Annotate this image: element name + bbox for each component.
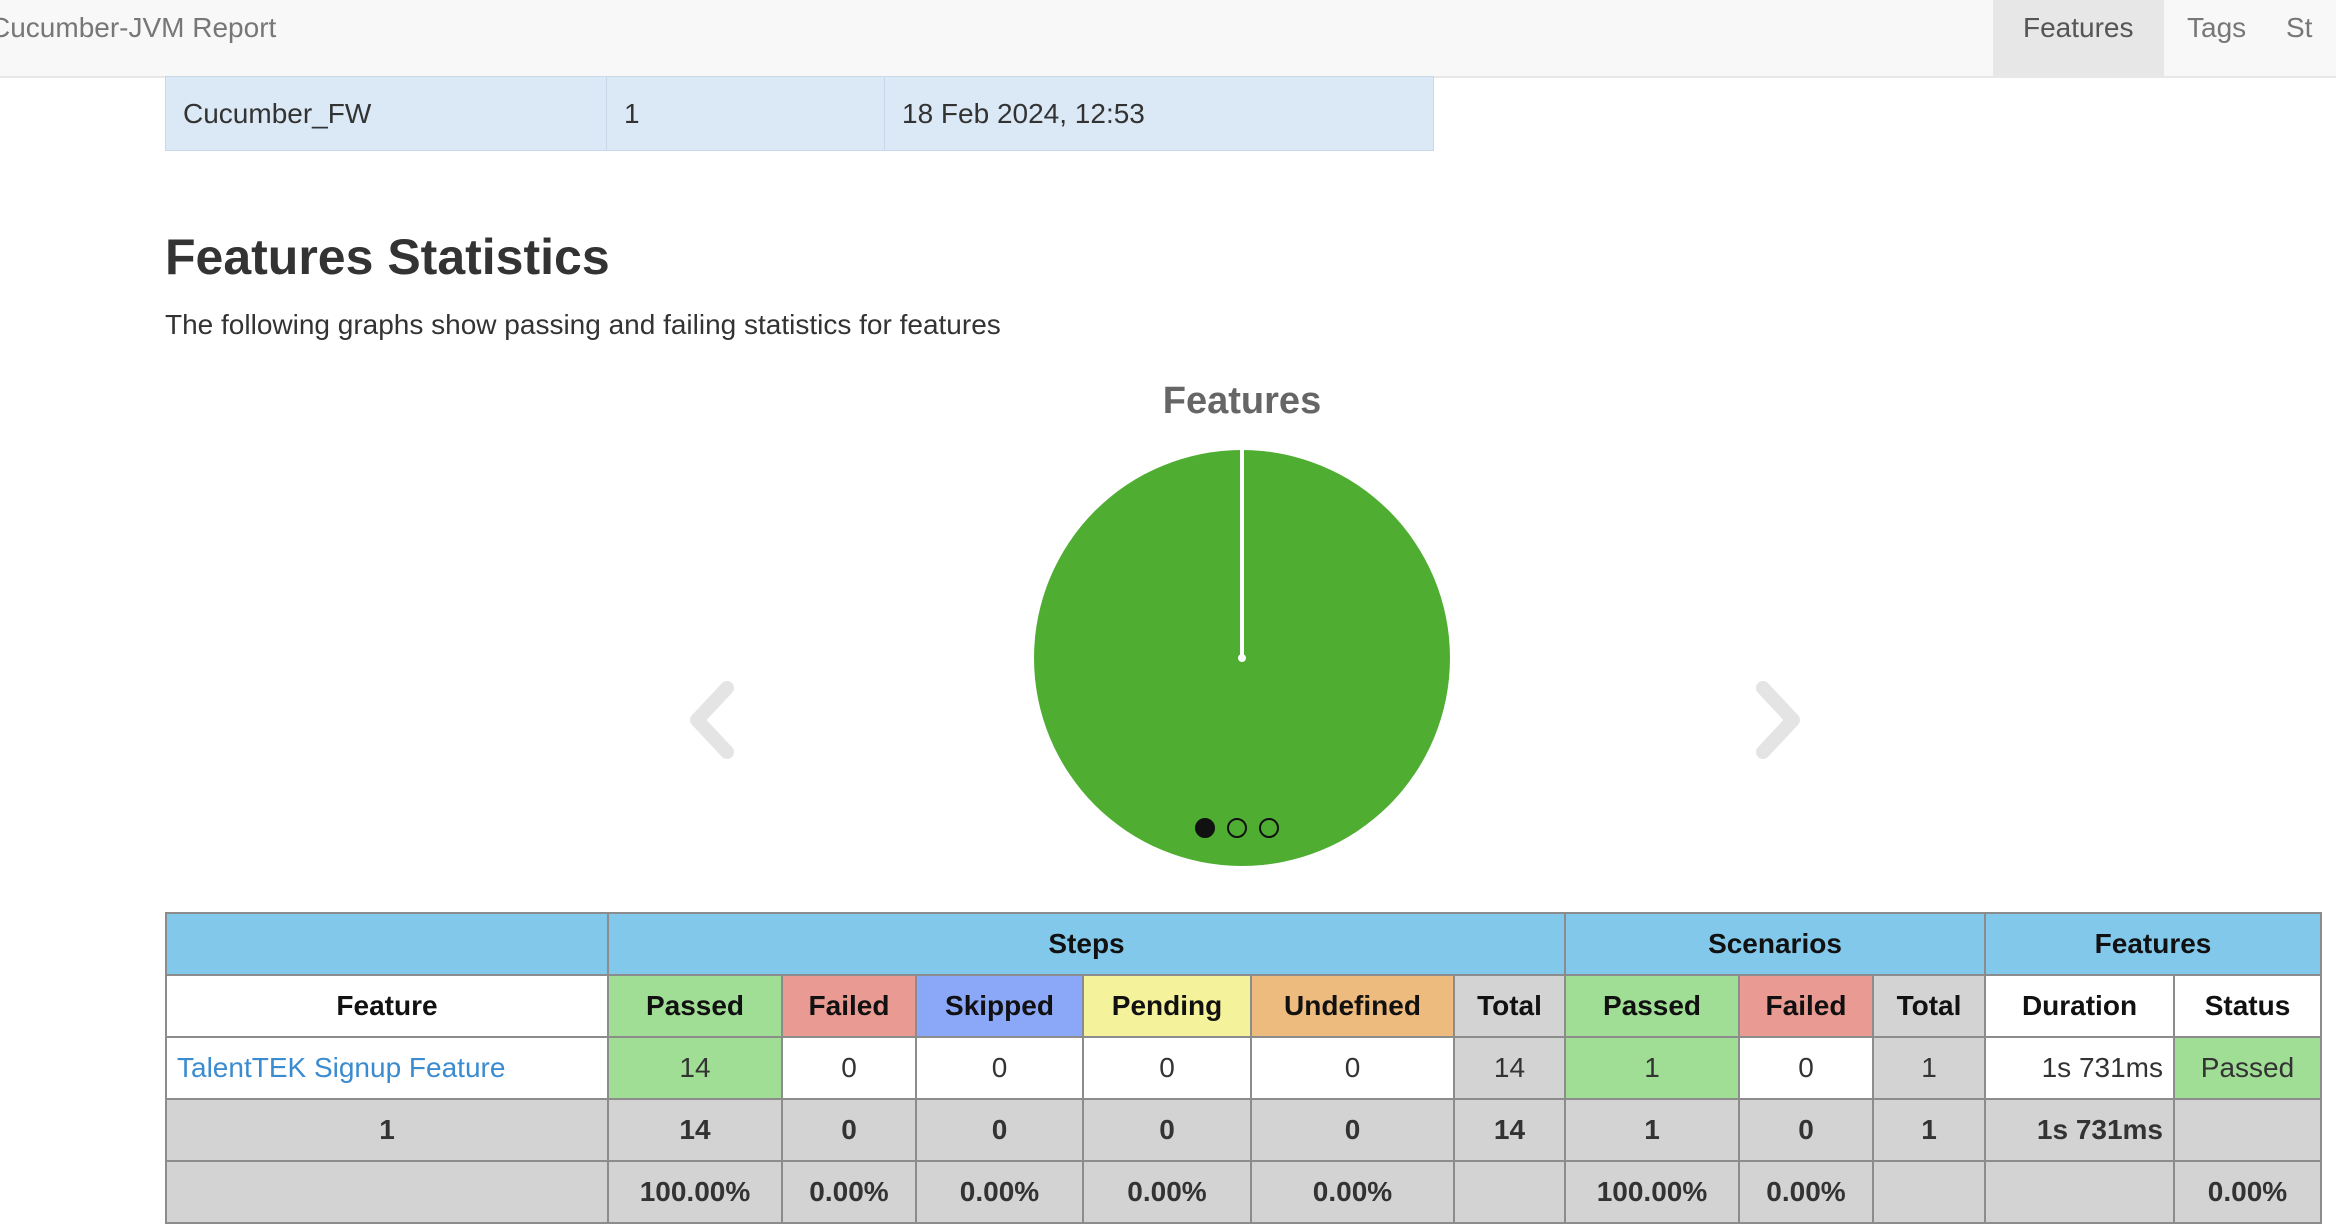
nav-item-steps[interactable]: St — [2256, 0, 2336, 76]
steps-undefined-cell: 0 — [1250, 1036, 1455, 1100]
features-pie-chart[interactable] — [1030, 446, 1454, 870]
steps-skipped-cell: 0 — [915, 1036, 1084, 1100]
nav-item-features[interactable]: Features — [1993, 0, 2164, 76]
col-header-steps-undefined[interactable]: Undefined — [1250, 974, 1455, 1038]
project-name-cell: Cucumber_FW — [165, 76, 607, 151]
totals-scenarios-passed-cell: 1 — [1564, 1098, 1740, 1162]
percent-status-cell: 0.00% — [2173, 1160, 2322, 1224]
project-info-row: Cucumber_FW 1 18 Feb 2024, 12:53 — [165, 76, 1434, 151]
project-info-table: Cucumber_FW 1 18 Feb 2024, 12:53 — [165, 76, 1434, 151]
duration-cell: 1s 731ms — [1984, 1036, 2175, 1100]
carousel-next-button[interactable] — [1745, 680, 1815, 760]
carousel-indicator-dot[interactable] — [1195, 818, 1215, 838]
build-date-cell: 18 Feb 2024, 12:53 — [884, 76, 1434, 151]
brand-title[interactable]: Cucumber-JVM Report — [0, 0, 276, 56]
totals-steps-skipped-cell: 0 — [915, 1098, 1084, 1162]
group-header-scenarios: Scenarios — [1564, 912, 1986, 976]
status-cell: Passed — [2173, 1036, 2322, 1100]
steps-passed-cell: 14 — [607, 1036, 783, 1100]
col-header-steps-pending[interactable]: Pending — [1082, 974, 1252, 1038]
totals-steps-total-cell: 14 — [1453, 1098, 1566, 1162]
percent-steps-pending-cell: 0.00% — [1082, 1160, 1252, 1224]
totals-steps-failed-cell: 0 — [781, 1098, 917, 1162]
percent-steps-total-cell — [1453, 1160, 1566, 1224]
scenarios-failed-cell: 0 — [1738, 1036, 1874, 1100]
totals-scenarios-total-cell: 1 — [1872, 1098, 1986, 1162]
col-header-steps-passed[interactable]: Passed — [607, 974, 783, 1038]
percent-steps-skipped-cell: 0.00% — [915, 1160, 1084, 1224]
percent-steps-failed-cell: 0.00% — [781, 1160, 917, 1224]
feature-name-cell: TalentTEK Signup Feature — [165, 1036, 609, 1100]
percent-scenarios-passed-cell: 100.00% — [1564, 1160, 1740, 1224]
col-header-duration[interactable]: Duration — [1984, 974, 2175, 1038]
group-header-steps: Steps — [607, 912, 1566, 976]
col-header-steps-failed[interactable]: Failed — [781, 974, 917, 1038]
carousel-prev-button[interactable] — [675, 680, 745, 760]
col-header-scenarios-total[interactable]: Total — [1872, 974, 1986, 1038]
feature-link[interactable]: TalentTEK Signup Feature — [177, 1052, 505, 1083]
scenarios-total-cell: 1 — [1872, 1036, 1986, 1100]
percent-scenarios-failed-cell: 0.00% — [1738, 1160, 1874, 1224]
totals-row: 1 14 0 0 0 0 14 1 0 1 1s 731ms — [165, 1098, 2322, 1162]
brand-title-text: Cucumber-JVM Report — [0, 12, 277, 43]
column-header-row: Feature Passed Failed Skipped Pending Un… — [165, 974, 2322, 1038]
chevron-left-icon — [690, 681, 734, 759]
table-row: TalentTEK Signup Feature 14 0 0 0 0 14 1… — [165, 1036, 2322, 1100]
features-stats-table: Steps Scenarios Features Feature Passed … — [165, 912, 2322, 1224]
col-header-steps-total[interactable]: Total — [1453, 974, 1566, 1038]
group-header-features: Features — [1984, 912, 2322, 976]
col-header-feature[interactable]: Feature — [165, 974, 609, 1038]
totals-duration-cell: 1s 731ms — [1984, 1098, 2175, 1162]
percent-scenarios-total-cell — [1872, 1160, 1986, 1224]
totals-count-cell: 1 — [165, 1098, 609, 1162]
section-description: The following graphs show passing and fa… — [165, 309, 1001, 340]
carousel-indicator-dot[interactable] — [1259, 818, 1279, 838]
steps-failed-cell: 0 — [781, 1036, 917, 1100]
col-header-steps-skipped[interactable]: Skipped — [915, 974, 1084, 1038]
percent-duration-cell — [1984, 1160, 2175, 1224]
percent-steps-undefined-cell: 0.00% — [1250, 1160, 1455, 1224]
top-navbar: Cucumber-JVM Report Features Tags St — [0, 0, 2336, 78]
carousel-indicator-dot[interactable] — [1227, 818, 1247, 838]
totals-scenarios-failed-cell: 0 — [1738, 1098, 1874, 1162]
col-header-scenarios-failed[interactable]: Failed — [1738, 974, 1874, 1038]
totals-steps-pending-cell: 0 — [1082, 1098, 1252, 1162]
totals-steps-undefined-cell: 0 — [1250, 1098, 1455, 1162]
chart-title: Features — [1162, 380, 1322, 422]
scenarios-passed-cell: 1 — [1564, 1036, 1740, 1100]
col-header-scenarios-passed[interactable]: Passed — [1564, 974, 1740, 1038]
group-header-empty — [165, 912, 609, 976]
build-number-cell: 1 — [606, 76, 885, 151]
steps-total-cell: 14 — [1453, 1036, 1566, 1100]
section-title: Features Statistics — [165, 229, 610, 285]
percent-row: 100.00% 0.00% 0.00% 0.00% 0.00% 100.00% … — [165, 1160, 2322, 1224]
chevron-right-icon — [1756, 681, 1800, 759]
percent-feature-cell — [165, 1160, 609, 1224]
col-header-status[interactable]: Status — [2173, 974, 2322, 1038]
group-header-row: Steps Scenarios Features — [165, 912, 2322, 976]
percent-steps-passed-cell: 100.00% — [607, 1160, 783, 1224]
steps-pending-cell: 0 — [1082, 1036, 1252, 1100]
totals-steps-passed-cell: 14 — [607, 1098, 783, 1162]
pie-center-dot — [1238, 654, 1246, 662]
totals-status-cell — [2173, 1098, 2322, 1162]
